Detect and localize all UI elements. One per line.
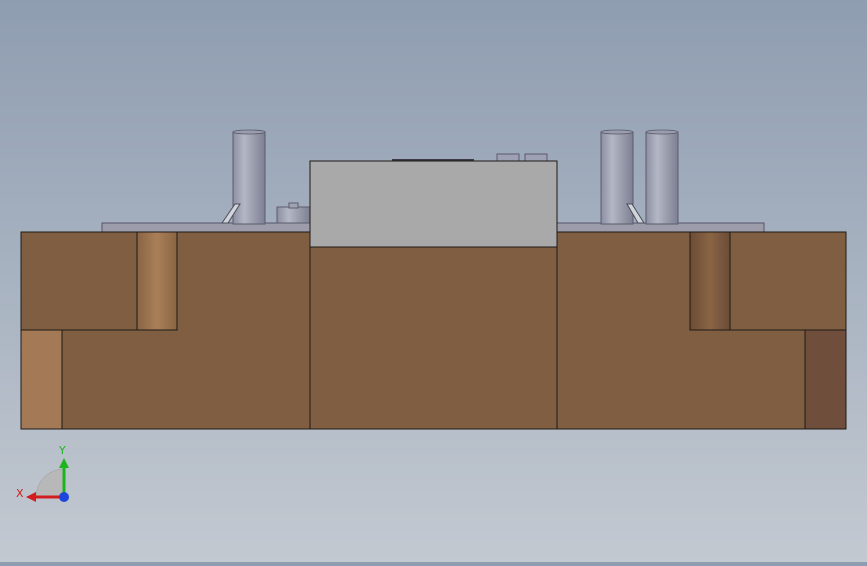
assembly-model[interactable]	[0, 0, 867, 562]
x-axis-arrowhead	[26, 492, 36, 502]
x-axis-label: X	[16, 487, 24, 500]
guide-pin-right-1	[600, 129, 634, 225]
cover-block	[309, 160, 558, 248]
coordinate-triad: X Y	[10, 440, 80, 510]
main-body	[20, 231, 847, 430]
z-axis-origin	[59, 492, 69, 502]
cad-graphics-viewport[interactable]: X Y	[0, 0, 867, 562]
guide-pin-right-2	[645, 129, 679, 225]
triad-quarter-disc	[35, 468, 65, 498]
y-axis-label: Y	[58, 444, 66, 457]
screw-head	[276, 202, 311, 224]
guide-pin-left	[232, 129, 266, 225]
y-axis-arrowhead	[59, 458, 69, 468]
